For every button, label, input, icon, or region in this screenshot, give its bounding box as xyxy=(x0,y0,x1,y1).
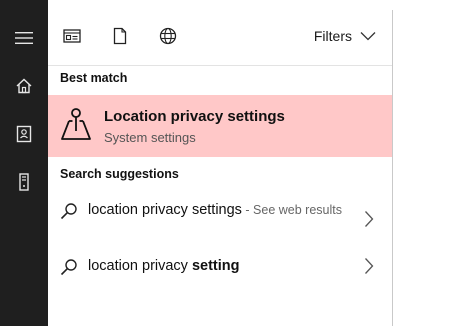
location-map-pin-icon xyxy=(61,108,91,140)
search-icon xyxy=(60,259,77,276)
hamburger-menu-icon xyxy=(15,32,33,44)
device-button[interactable] xyxy=(0,158,48,206)
best-match-title: Location privacy settings xyxy=(104,108,285,125)
search-icon xyxy=(60,203,77,220)
documents-filter-button[interactable] xyxy=(108,24,132,48)
tower-device-icon xyxy=(19,173,29,191)
search-suggestions-header: Search suggestions xyxy=(60,167,179,181)
search-toolbar: Filters xyxy=(48,10,392,66)
web-globe-icon xyxy=(159,27,177,45)
best-match-subtitle: System settings xyxy=(104,130,196,145)
left-rail xyxy=(0,0,48,326)
suggestion-query: location privacy settings xyxy=(88,202,242,218)
best-match-header: Best match xyxy=(60,71,128,85)
documents-icon xyxy=(113,27,127,45)
suggestion-query-plain: location privacy xyxy=(88,258,192,274)
chevron-right-icon xyxy=(365,211,374,227)
suggestion-text: location privacy setting xyxy=(88,256,343,276)
suggestion-query-bold: setting xyxy=(191,258,240,274)
best-match-item[interactable]: Location privacy settings System setting… xyxy=(48,95,392,157)
suggestion-text: location privacy settings - See web resu… xyxy=(88,200,343,220)
notebook-icon xyxy=(16,125,32,143)
suggestion-item[interactable]: location privacy setting xyxy=(48,256,392,278)
apps-icon xyxy=(63,29,81,43)
chevron-down-icon xyxy=(360,32,376,41)
search-results-panel: Filters Best match Location privacy sett… xyxy=(48,10,393,326)
notebook-button[interactable] xyxy=(0,110,48,158)
suggestion-item[interactable]: location privacy settings - See web resu… xyxy=(48,200,392,242)
chevron-right-icon xyxy=(365,258,374,274)
filters-dropdown[interactable]: Filters xyxy=(314,24,376,48)
home-button[interactable] xyxy=(0,62,48,110)
apps-filter-button[interactable] xyxy=(60,24,84,48)
filters-label: Filters xyxy=(313,28,352,44)
web-filter-button[interactable] xyxy=(156,24,180,48)
home-icon xyxy=(16,78,32,94)
hamburger-menu-button[interactable] xyxy=(0,14,48,62)
suggestion-hint: - See web results xyxy=(241,203,342,217)
